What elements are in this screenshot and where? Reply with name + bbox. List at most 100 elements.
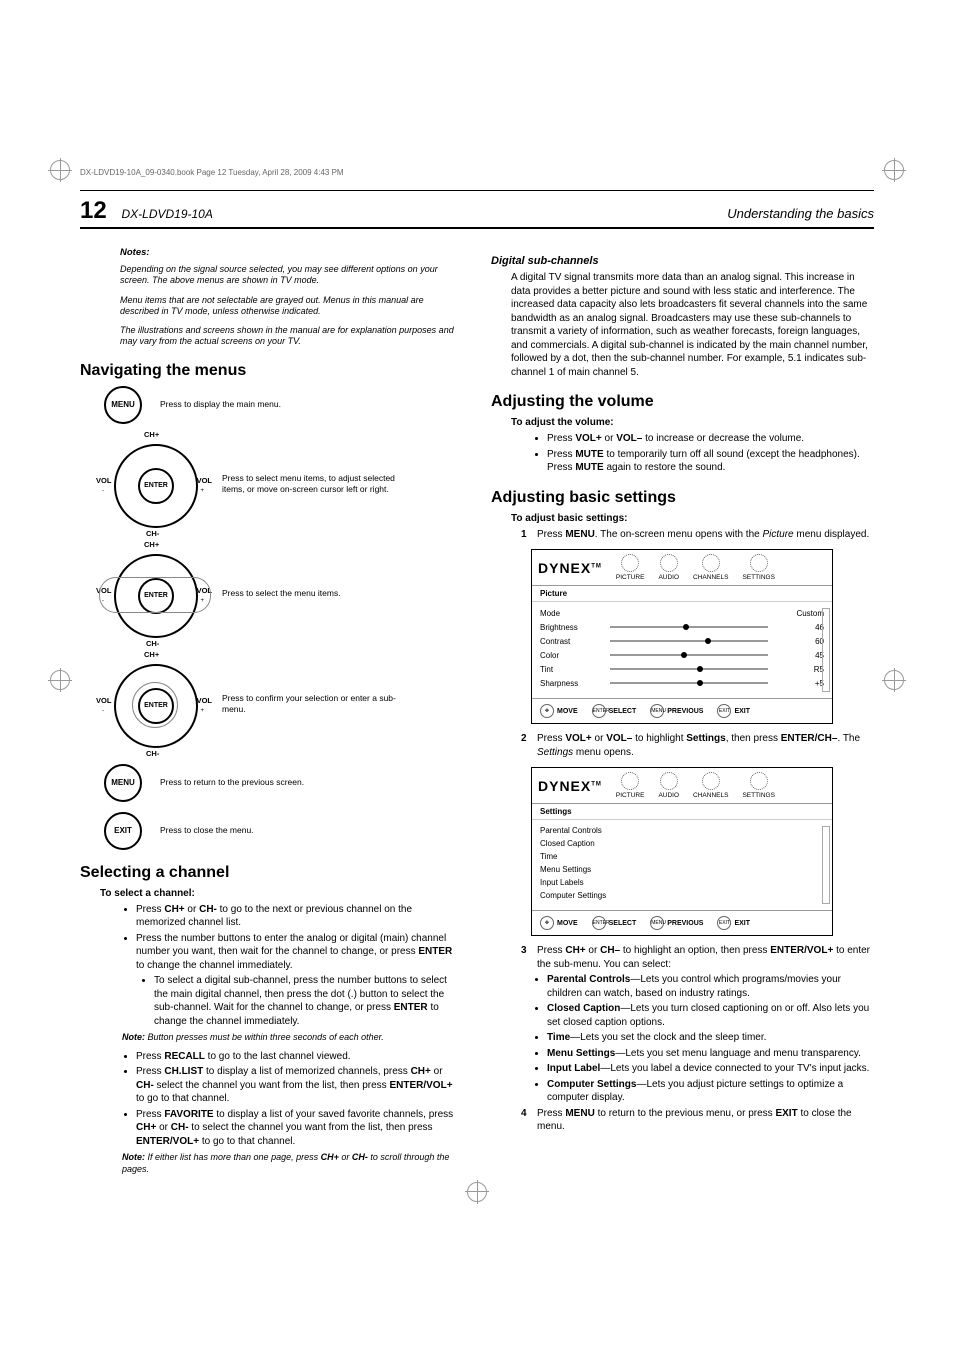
- foot-previous: MENUPREVIOUS: [650, 704, 703, 718]
- list-item: Press FAVORITE to display a list of your…: [136, 1108, 463, 1149]
- remote-lr-row: ENTER CH+ CH- VOL - VOL + Press to selec…: [104, 544, 463, 644]
- foot-move: ✥MOVE: [540, 916, 578, 930]
- text: CH+: [136, 1122, 156, 1133]
- text: Press: [136, 1051, 164, 1062]
- slider-track-icon: [610, 640, 768, 642]
- enter-icon: ENTER: [592, 704, 606, 718]
- osd-tab-audio: AUDIO: [658, 554, 679, 581]
- nav-cluster-horizontal-icon: ENTER CH+ CH- VOL - VOL +: [104, 544, 204, 644]
- remote-menu-row: MENU Press to display the main menu.: [104, 386, 463, 424]
- vol-plus-sub: +: [200, 598, 204, 604]
- text: MUTE: [575, 462, 603, 473]
- text: Press: [537, 1108, 565, 1119]
- text: to display a list of memorized channels,…: [203, 1066, 410, 1077]
- select-channel-list-2: Press RECALL to go to the last channel v…: [136, 1050, 463, 1149]
- text: CH-: [352, 1152, 368, 1162]
- text: CH-: [136, 1080, 154, 1091]
- text: ENTER/VOL+: [770, 945, 833, 956]
- adjust-volume-heading: Adjusting the volume: [491, 393, 874, 411]
- osd-tab-channels: CHANNELS: [693, 554, 728, 581]
- enter-icon: ENTER: [592, 916, 606, 930]
- text: FAVORITE: [164, 1109, 213, 1120]
- ch-plus-label: CH+: [144, 430, 159, 439]
- text: CH+: [565, 945, 585, 956]
- osd-row-value: 46: [780, 623, 824, 632]
- text: menu displayed.: [794, 529, 870, 540]
- text: or: [185, 904, 199, 915]
- text: ENTER/VOL+: [136, 1136, 199, 1147]
- list-item: Press VOL+ or VOL– to increase or decrea…: [547, 432, 874, 446]
- step-body: Press MENU. The on-screen menu opens wit…: [537, 528, 869, 542]
- text: VOL+: [565, 733, 591, 744]
- text: Settings: [537, 747, 573, 758]
- tab-icon: [702, 554, 720, 572]
- text: SELECT: [609, 920, 637, 927]
- text: . The: [837, 733, 860, 744]
- arrows-desc: Press to select menu items, to adjust se…: [222, 473, 412, 494]
- foot-exit: EXITEXIT: [717, 704, 750, 718]
- text: Press: [136, 904, 164, 915]
- ch-plus-label: CH+: [144, 540, 159, 549]
- osd-tab-settings: SETTINGS: [742, 554, 775, 581]
- list-item: Press MUTE to temporarily turn off all s…: [547, 448, 874, 475]
- vol-minus-sub: -: [102, 708, 104, 714]
- text: CH+: [164, 904, 184, 915]
- text: or: [602, 433, 616, 444]
- text: EXIT: [734, 708, 750, 715]
- menu-icon: MENU: [650, 916, 664, 930]
- digital-subchannels-para: A digital TV signal transmits more data …: [511, 271, 874, 379]
- step-number: 3: [521, 944, 537, 971]
- slider-track-icon: [610, 626, 768, 628]
- enter-button-icon: ENTER: [138, 468, 174, 504]
- page-number: 12: [80, 197, 107, 224]
- step-body: Press CH+ or CH– to highlight an option,…: [537, 944, 874, 971]
- right-column: Digital sub-channels A digital TV signal…: [491, 247, 874, 1182]
- osd-tab-audio: AUDIO: [658, 772, 679, 799]
- ch-minus-label: CH-: [146, 529, 159, 538]
- text: select the channel you want from the lis…: [154, 1080, 390, 1091]
- nav-heading: Navigating the menus: [80, 362, 463, 380]
- text: or: [431, 1066, 443, 1077]
- tab-label: PICTURE: [616, 792, 645, 799]
- tab-icon: [660, 554, 678, 572]
- osd-body: Parental ControlsClosed CaptionTimeMenu …: [532, 820, 832, 910]
- adjust-basic-proc: To adjust basic settings:: [511, 513, 874, 524]
- osd-tab-picture: PICTURE: [616, 554, 645, 581]
- text: to select the channel you want from the …: [189, 1122, 433, 1133]
- tab-icon: [750, 554, 768, 572]
- dpad-icon: ✥: [540, 704, 554, 718]
- step-number: 4: [521, 1107, 537, 1134]
- osd-tab-settings: SETTINGS: [742, 772, 775, 799]
- list-item: Closed Caption—Lets you turn closed capt…: [547, 1002, 874, 1029]
- text: VOL–: [606, 733, 632, 744]
- vol-plus-label: VOL: [197, 696, 212, 705]
- text: —Lets you label a device connected to yo…: [600, 1063, 869, 1074]
- vol-minus-sub: -: [102, 488, 104, 494]
- text: Press: [547, 433, 575, 444]
- text: Closed Caption: [547, 1003, 620, 1014]
- text: Press: [136, 1066, 164, 1077]
- step-2: 2 Press VOL+ or VOL– to highlight Settin…: [521, 732, 874, 759]
- text: VOL+: [575, 433, 601, 444]
- text: to go to that channel.: [199, 1136, 295, 1147]
- text: Press: [136, 1109, 164, 1120]
- list-item: Press the number buttons to enter the an…: [136, 932, 463, 1029]
- page: DX-LDVD19-10A_09-0340.book Page 12 Tuesd…: [0, 0, 954, 1242]
- osd-list-item: Time: [540, 850, 824, 863]
- text: or: [156, 1122, 170, 1133]
- text: to change the channel immediately.: [136, 960, 293, 971]
- osd-row-label: Sharpness: [540, 679, 610, 688]
- step-number: 1: [521, 528, 537, 542]
- note-button-timing: Note: Button presses must be within thre…: [122, 1032, 463, 1044]
- text: to highlight: [632, 733, 686, 744]
- ch-minus-label: CH-: [146, 749, 159, 758]
- nav-cluster-center-icon: ENTER CH+ CH- VOL - VOL +: [104, 654, 204, 754]
- dpad-icon: ✥: [540, 916, 554, 930]
- text: Press the number buttons to enter the an…: [136, 933, 446, 958]
- text: Settings: [686, 733, 725, 744]
- text: Computer Settings: [547, 1079, 636, 1090]
- osd-row-label: Contrast: [540, 637, 610, 646]
- osd-row: Brightness46: [540, 620, 824, 634]
- select-channel-proc: To select a channel:: [100, 888, 463, 899]
- vol-minus-label: VOL: [96, 586, 111, 595]
